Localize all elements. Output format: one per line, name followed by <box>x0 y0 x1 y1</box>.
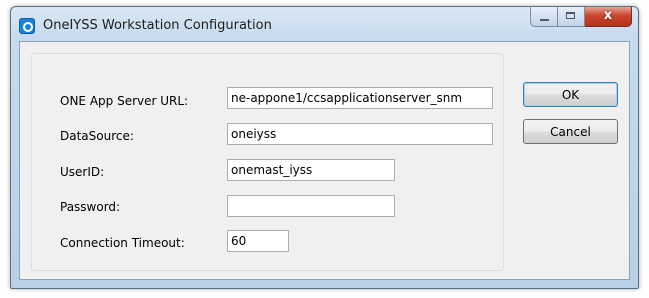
maximize-icon <box>566 12 575 19</box>
connection-timeout-input[interactable]: 60 <box>227 230 289 252</box>
close-icon: x <box>603 8 613 23</box>
minimize-icon <box>540 19 549 21</box>
userid-label: UserID: <box>60 165 105 179</box>
password-input[interactable] <box>227 195 395 217</box>
settings-group: ONE App Server URL: ne-appone1/ccsapplic… <box>31 53 504 271</box>
dialog-window: OneIYSS Workstation Configuration x ONE … <box>10 6 639 289</box>
window-title: OneIYSS Workstation Configuration <box>43 18 272 33</box>
password-label: Password: <box>60 200 121 214</box>
connection-timeout-label: Connection Timeout: <box>60 236 185 250</box>
title-bar[interactable]: OneIYSS Workstation Configuration x <box>11 7 638 41</box>
caption-buttons: x <box>530 7 632 27</box>
close-button[interactable]: x <box>585 7 632 27</box>
server-url-label: ONE App Server URL: <box>60 94 189 108</box>
datasource-input[interactable]: oneiyss <box>227 123 493 145</box>
userid-input[interactable]: onemast_iyss <box>227 159 395 181</box>
datasource-label: DataSource: <box>60 129 134 143</box>
dialog-client-area: ONE App Server URL: ne-appone1/ccsapplic… <box>19 41 630 280</box>
cancel-button[interactable]: Cancel <box>523 119 618 144</box>
maximize-button[interactable] <box>558 7 585 27</box>
ok-button[interactable]: OK <box>523 82 618 107</box>
app-icon <box>19 18 35 34</box>
server-url-input[interactable]: ne-appone1/ccsapplicationserver_snm <box>227 87 493 109</box>
minimize-button[interactable] <box>530 7 558 27</box>
